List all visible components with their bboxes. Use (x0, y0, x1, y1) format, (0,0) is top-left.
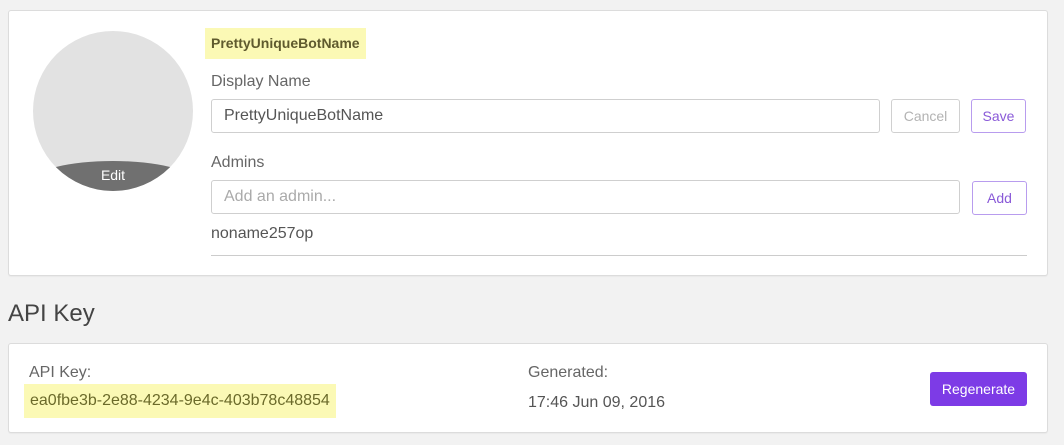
bot-name-heading: PrettyUniqueBotName (205, 28, 366, 59)
admin-list-item: noname257op (211, 225, 314, 242)
generated-timestamp: 17:46 Jun 09, 2016 (528, 394, 666, 411)
add-admin-input[interactable]: Add an admin... (211, 180, 960, 214)
add-admin-button[interactable]: Add (972, 181, 1027, 215)
api-key-card: API Key: ea0fbe3b-2e88-4234-9e4c-403b78c… (8, 343, 1048, 433)
bot-avatar: Edit (33, 31, 193, 191)
cancel-button[interactable]: Cancel (891, 99, 960, 133)
display-name-input[interactable]: PrettyUniqueBotName (211, 99, 880, 133)
api-key-section-title: API Key (8, 300, 95, 327)
generated-label: Generated: (528, 364, 609, 381)
avatar-edit-button[interactable]: Edit (33, 161, 193, 191)
save-button[interactable]: Save (971, 99, 1026, 133)
api-key-label: API Key: (29, 364, 92, 381)
regenerate-button[interactable]: Regenerate (930, 372, 1027, 406)
admins-label: Admins (211, 154, 265, 171)
api-key-value[interactable]: ea0fbe3b-2e88-4234-9e4c-403b78c48854 (24, 384, 336, 418)
display-name-label: Display Name (211, 73, 311, 90)
admins-divider (211, 255, 1027, 256)
bot-profile-card: Edit PrettyUniqueBotName Display Name Pr… (8, 10, 1048, 276)
